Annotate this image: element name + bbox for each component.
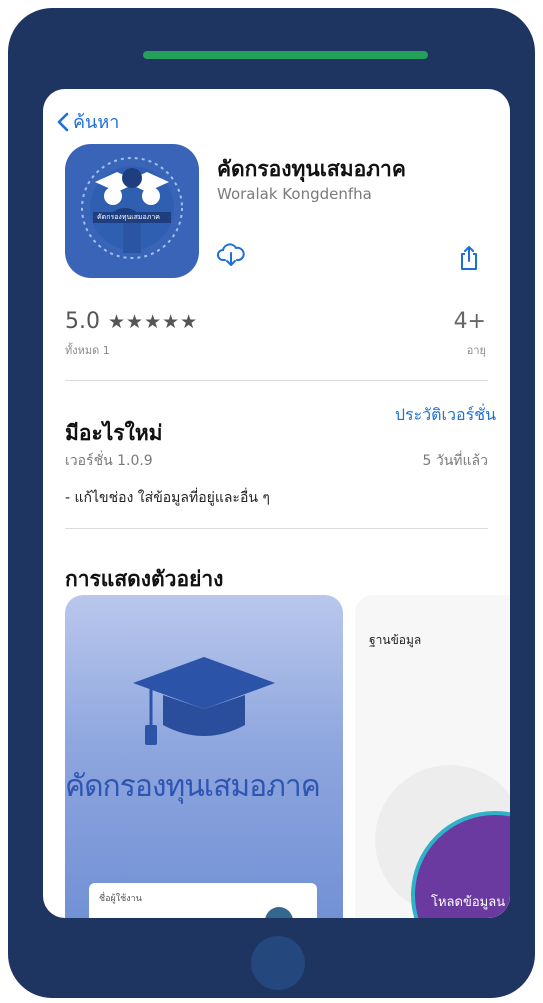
phone-speaker	[143, 51, 428, 59]
rating-count: ทั้งหมด 1	[65, 344, 110, 357]
screenshot-preview-1[interactable]: คัดกรองทุนเสมอภาค ชื่อผู้ใช้งาน →	[65, 595, 343, 918]
load-data-label: โหลดข้อมูลน	[431, 895, 506, 910]
arrow-right-icon: →	[265, 907, 293, 918]
database-heading: ฐานข้อมูล	[369, 633, 422, 647]
version-label: เวอร์ชั่น 1.0.9	[65, 453, 153, 469]
home-button[interactable]	[251, 936, 305, 990]
age-label: อายุ	[466, 344, 486, 357]
graduation-cap-icon	[133, 657, 275, 745]
developer-name[interactable]: Woralak Kongdenfha	[217, 185, 372, 203]
app-title: คัดกรองทุนเสมอภาค	[217, 157, 406, 181]
screenshot-preview-2[interactable]: ฐานข้อมูล โหลดข้อมูลน	[355, 595, 510, 918]
rating-stars: ★★★★★	[108, 310, 199, 333]
cloud-download-icon	[217, 243, 245, 266]
version-history-link[interactable]: ประวัติเวอร์ชั่น	[395, 403, 496, 428]
divider	[65, 528, 488, 529]
download-button[interactable]	[217, 243, 245, 271]
back-button[interactable]: ค้นหา	[57, 107, 119, 136]
share-button[interactable]	[459, 245, 479, 275]
share-icon	[461, 246, 477, 270]
back-label: ค้นหา	[73, 112, 120, 133]
release-notes: - แก้ไขช่อง ใส่ข้อมูลที่อยู่และอื่น ๆ	[65, 490, 270, 506]
preview-app-title: คัดกรองทุนเสมอภาค	[65, 769, 321, 804]
app-icon-caption: คัดกรองทุนเสมอภาค	[97, 213, 160, 221]
whats-new-title: มีอะไรใหม่	[65, 421, 163, 445]
login-card: ชื่อผู้ใช้งาน →	[89, 883, 317, 918]
rating-score: 5.0 ★★★★★	[65, 309, 198, 334]
release-time: 5 วันที่แล้ว	[422, 453, 488, 469]
divider	[65, 380, 488, 381]
chevron-left-icon	[57, 112, 69, 131]
preview-title: การแสดงตัวอย่าง	[65, 567, 224, 591]
age-rating: 4+	[453, 309, 486, 334]
app-icon: คัดกรองทุนเสมอภาค	[65, 144, 199, 278]
rating-value: 5.0	[65, 309, 100, 334]
username-label: ชื่อผู้ใช้งาน	[99, 894, 142, 904]
app-store-screen: ค้นหา คัดกรองทุนเสมอภาค คัดกรองทุนเสมอภา…	[43, 89, 510, 918]
